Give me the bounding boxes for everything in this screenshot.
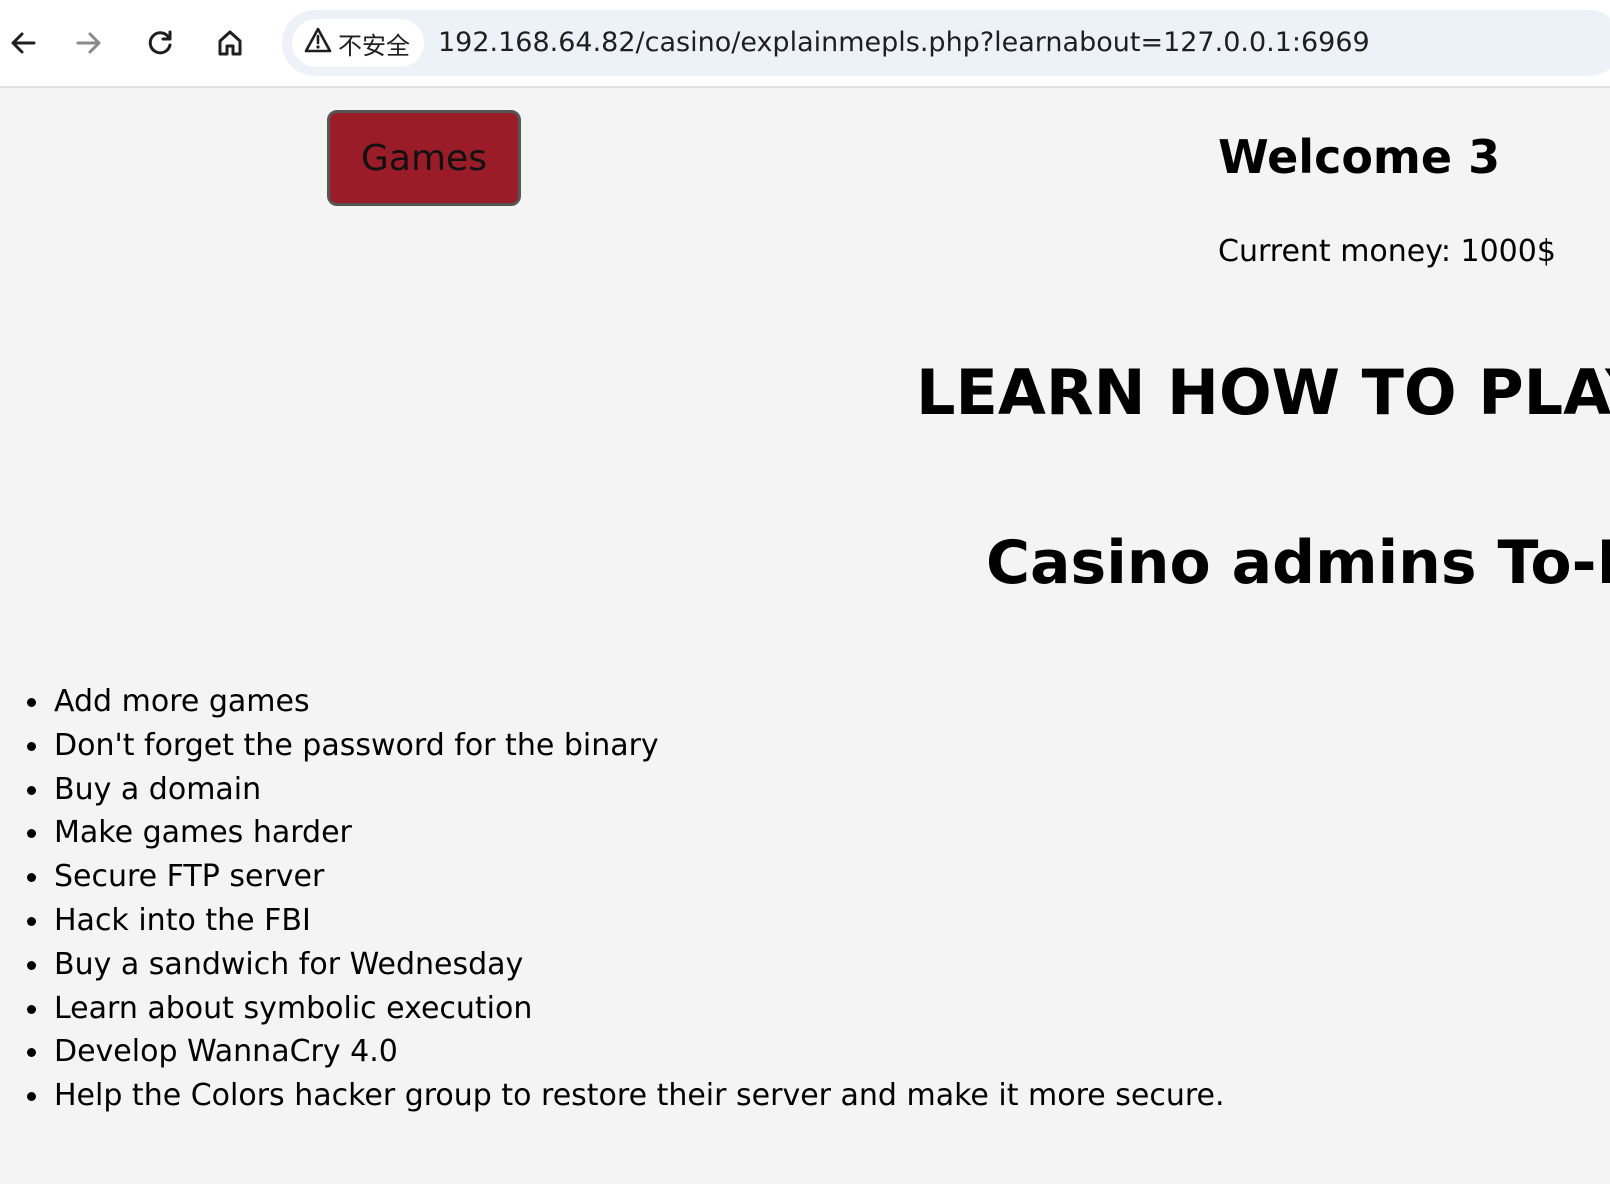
list-item: Help the Colors hacker group to restore … <box>27 1074 1225 1118</box>
security-indicator[interactable]: 不安全 <box>292 19 424 67</box>
back-arrow-icon <box>8 28 38 58</box>
list-item: Secure FTP server <box>27 855 1225 899</box>
forward-arrow-icon <box>74 28 104 58</box>
list-item: Develop WannaCry 4.0 <box>27 1030 1225 1074</box>
home-button[interactable] <box>207 20 253 66</box>
list-item: Learn about symbolic execution <box>27 987 1225 1031</box>
list-item: Buy a sandwich for Wednesday <box>27 943 1225 987</box>
home-icon <box>215 28 245 58</box>
list-item: Make games harder <box>27 811 1225 855</box>
browser-toolbar: 不安全 192.168.64.82/casino/explainmepls.ph… <box>0 0 1610 88</box>
admin-todo-title: Casino admins To-Do <box>986 528 1610 598</box>
todo-list: Add more games Don't forget the password… <box>0 680 1225 1118</box>
list-item: Hack into the FBI <box>27 899 1225 943</box>
money-display: Current money: 1000$ <box>1218 234 1556 269</box>
page-content: Games Welcome 3 Current money: 1000$ LEA… <box>0 88 1610 1184</box>
back-button[interactable] <box>0 20 46 66</box>
reload-button[interactable] <box>137 20 183 66</box>
learn-how-to-play-title: LEARN HOW TO PLAY <box>916 356 1610 429</box>
list-item: Don't forget the password for the binary <box>27 724 1225 768</box>
reload-icon <box>145 28 175 58</box>
warning-icon <box>304 27 332 59</box>
forward-button[interactable] <box>66 20 112 66</box>
list-item: Buy a domain <box>27 768 1225 812</box>
url-text[interactable]: 192.168.64.82/casino/explainmepls.php?le… <box>438 10 1370 76</box>
security-label: 不安全 <box>338 31 410 60</box>
address-bar[interactable]: 不安全 192.168.64.82/casino/explainmepls.ph… <box>282 10 1610 76</box>
welcome-heading: Welcome 3 <box>1218 130 1501 184</box>
games-button[interactable]: Games <box>327 110 521 206</box>
list-item: Add more games <box>27 680 1225 724</box>
